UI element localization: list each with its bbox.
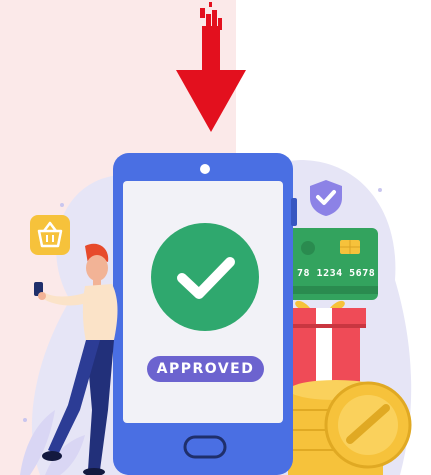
coin-stack-icon: [288, 380, 412, 475]
checkmark-icon: [151, 223, 259, 331]
approved-badge: APPROVED: [147, 356, 264, 382]
person-figure: [34, 243, 118, 475]
shield-check-icon: [310, 180, 342, 216]
card-number: 78 1234 5678: [297, 268, 376, 279]
payment-approved-illustration: 78 1234 5678 APPROVED: [0, 0, 431, 475]
download-arrow-icon: [176, 2, 246, 132]
